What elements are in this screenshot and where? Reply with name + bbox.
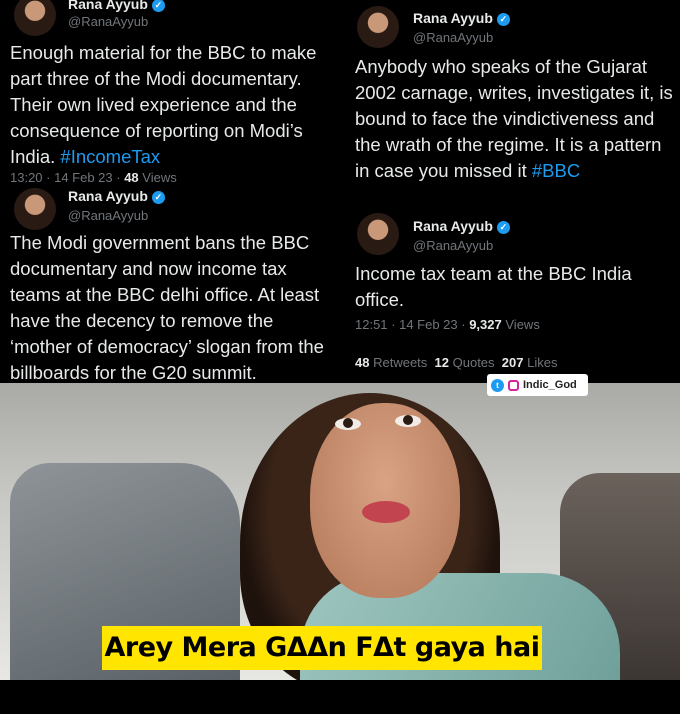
- tweet-meta: 13:20 · 14 Feb 23 · 48 Views: [10, 170, 177, 185]
- verified-badge-icon: ✓: [496, 13, 510, 26]
- author-name-text: Rana Ayyub: [413, 10, 493, 26]
- avatar[interactable]: [357, 213, 399, 255]
- author-name-text: Rana Ayyub: [68, 0, 148, 12]
- tweet-text: The Modi government bans the BBC documen…: [10, 232, 324, 383]
- tweet-timestamp[interactable]: 13:20 · 14 Feb 23 ·: [10, 170, 121, 185]
- tweet-text-content: Enough material for the BBC to make part…: [10, 42, 317, 167]
- verified-badge-icon: ✓: [151, 0, 165, 12]
- author-name[interactable]: Rana Ayyub ✓: [413, 10, 510, 26]
- watermark-text: Indic_God: [523, 379, 577, 391]
- views-count: 48: [124, 170, 139, 185]
- likes-label[interactable]: Likes: [527, 355, 557, 370]
- meme-caption: Arey Mera GΔΔn FΔt gaya hai re: [102, 626, 542, 707]
- author-handle[interactable]: @RanaAyyub: [68, 14, 148, 29]
- open-mouth: [362, 501, 410, 523]
- tweet-stats: 48 Retweets 12 Quotes 207 Likes: [355, 355, 557, 370]
- tweet-1[interactable]: Rana Ayyub ✓ @RanaAyyub Enough material f…: [0, 0, 340, 190]
- verified-badge-icon: ✓: [151, 191, 165, 204]
- views-label: Views: [142, 170, 177, 185]
- author-name-text: Rana Ayyub: [413, 218, 493, 234]
- tweet-meta: 12:51 · 14 Feb 23 · 9,327 Views: [355, 317, 540, 332]
- tweet-2[interactable]: Rana Ayyub ✓ @RanaAyyub Anybody who speak…: [345, 0, 680, 190]
- quotes-count[interactable]: 12: [435, 355, 449, 370]
- retweets-label[interactable]: Retweets: [373, 355, 427, 370]
- tweet-timestamp[interactable]: 12:51 · 14 Feb 23 ·: [355, 317, 466, 332]
- views-count: 9,327: [469, 317, 502, 332]
- tweet-text: Income tax team at the BBC India office.: [355, 263, 632, 310]
- author-name[interactable]: Rana Ayyub ✓: [68, 0, 165, 12]
- tweet-text: Enough material for the BBC to make part…: [10, 40, 340, 170]
- quotes-label[interactable]: Quotes: [453, 355, 495, 370]
- author-handle[interactable]: @RanaAyyub: [413, 238, 493, 253]
- avatar[interactable]: [14, 0, 56, 36]
- author-name[interactable]: Rana Ayyub ✓: [68, 188, 165, 204]
- tweet-3[interactable]: Rana Ayyub ✓ @RanaAyyub The Modi governme…: [0, 188, 340, 383]
- watermark-badge: t Indic_God: [487, 374, 588, 396]
- avatar[interactable]: [14, 188, 56, 230]
- tweet-text-content: Anybody who speaks of the Gujarat 2002 c…: [355, 56, 673, 181]
- retweets-count[interactable]: 48: [355, 355, 369, 370]
- hashtag-link[interactable]: #BBC: [532, 160, 580, 181]
- hashtag-link[interactable]: #IncomeTax: [60, 146, 160, 167]
- verified-badge-icon: ✓: [496, 221, 510, 234]
- instagram-icon: [508, 379, 519, 391]
- likes-count[interactable]: 207: [502, 355, 524, 370]
- author-handle[interactable]: @RanaAyyub: [413, 30, 493, 45]
- author-handle[interactable]: @RanaAyyub: [68, 208, 148, 223]
- twitter-icon: t: [491, 378, 504, 392]
- tweet-4[interactable]: Rana Ayyub ✓ @RanaAyyub Income tax team a…: [345, 205, 680, 380]
- avatar[interactable]: [357, 6, 399, 48]
- author-name-text: Rana Ayyub: [68, 188, 148, 204]
- tweet-text: Anybody who speaks of the Gujarat 2002 c…: [355, 54, 680, 184]
- right-eye: [395, 415, 421, 427]
- left-eye: [335, 418, 361, 430]
- views-label: Views: [505, 317, 540, 332]
- author-name[interactable]: Rana Ayyub ✓: [413, 218, 510, 234]
